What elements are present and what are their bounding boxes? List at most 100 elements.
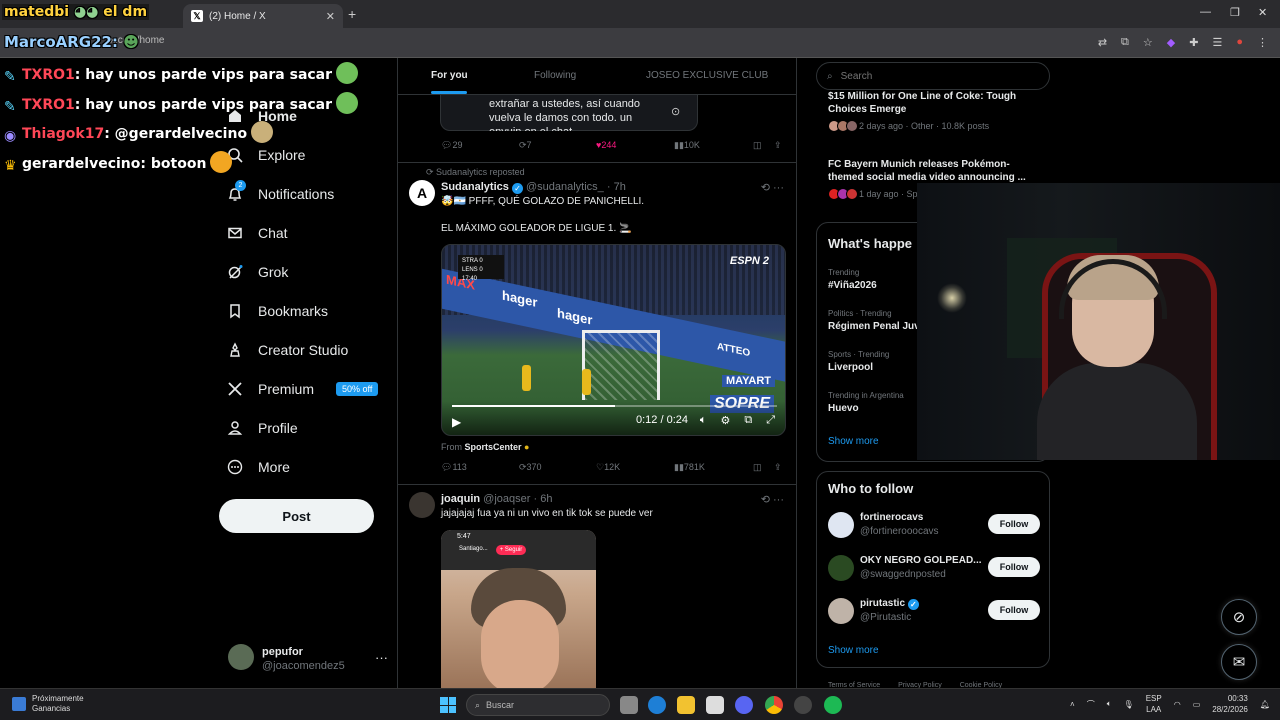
post-button[interactable]: Post (219, 499, 374, 533)
browser-tab-active[interactable]: 𝕏 (2) Home / X ✕ (183, 4, 343, 28)
author-handle[interactable]: @sudanalytics_ (526, 181, 604, 193)
translate-icon[interactable]: ⇄ (1098, 36, 1107, 49)
close-window-icon[interactable]: ✕ (1258, 6, 1267, 19)
profile-avatar-icon[interactable]: ● (1236, 36, 1243, 49)
sidebar-item-bookmarks[interactable]: Bookmarks (226, 296, 328, 326)
like-button[interactable]: ♥ 244 (596, 140, 616, 150)
taskbar-search[interactable]: ⌕ Buscar (466, 694, 610, 716)
star-icon[interactable]: ☆ (1143, 36, 1153, 49)
sidebar-item-chat[interactable]: Chat (226, 218, 288, 248)
quoted-post[interactable]: extrañar a ustedes, así cuando vuelva le… (440, 95, 698, 131)
trend-item[interactable]: Sports · Trending Liverpool (828, 350, 889, 373)
play-icon[interactable]: ▶ (452, 415, 461, 429)
wifi-icon[interactable]: ◠ (1174, 700, 1181, 709)
battery-icon[interactable]: ▭ (1193, 700, 1201, 709)
chevron-up-icon[interactable]: ˄ (1070, 700, 1075, 709)
news-title: $15 Million for One Line of Coke: Tough … (828, 91, 1017, 115)
sidebar-item-creator-studio[interactable]: Creator Studio (226, 335, 348, 365)
account-switcher[interactable]: pepufor @joacomendez5 ··· (228, 642, 388, 678)
spotify-icon[interactable] (824, 696, 842, 714)
bookmark-icon[interactable]: ◫ (753, 462, 762, 473)
chrome-icon[interactable] (765, 696, 783, 714)
background-light (937, 283, 967, 313)
close-tab-icon[interactable]: ✕ (326, 10, 335, 23)
fullscreen-icon[interactable]: ⤢ (766, 414, 775, 427)
avatar[interactable] (409, 492, 435, 518)
notification-bell-icon[interactable]: 🔔︎ (1260, 700, 1270, 709)
repost-button[interactable]: ⟳ 7 (519, 140, 532, 151)
views-button[interactable]: ▮▮ 781K (674, 462, 705, 473)
browser-menu-icon[interactable]: ⋮ (1257, 36, 1268, 49)
follow-suggestion[interactable]: pirutastic ✓ @Pirutastic Follow (828, 596, 1040, 628)
follow-suggestion[interactable]: OKY NEGRO GOLPEAD... @swaggednposted Fol… (828, 553, 1040, 585)
restore-icon[interactable]: ❐ (1230, 6, 1240, 19)
language-indicator[interactable]: ESP LAA (1146, 693, 1162, 715)
video-player[interactable]: MAX hager hager ATTEO MAYART SOPRE STRA … (441, 244, 786, 436)
messages-float-button[interactable]: ✉ (1221, 644, 1257, 680)
new-tab-icon[interactable]: + (348, 6, 356, 22)
views-button[interactable]: ▮▮ 10K (674, 140, 700, 151)
reply-button[interactable]: 💬︎ 113 (441, 462, 467, 473)
share-icon[interactable]: ⇪ (774, 140, 782, 151)
follow-button[interactable]: Follow (988, 600, 1040, 620)
trend-item[interactable]: Trending #Viña2026 (828, 268, 877, 291)
follow-button[interactable]: Follow (988, 514, 1040, 534)
mic-icon[interactable]: 🎙︎ (1124, 700, 1134, 709)
edge-icon[interactable] (648, 696, 666, 714)
volume-icon[interactable]: 🔈︎ (700, 414, 707, 427)
sidebar-item-premium[interactable]: Premium 50% off (226, 374, 379, 404)
search-input[interactable] (840, 70, 1031, 82)
tab-joseo-exclusive-club[interactable]: JOSEO EXCLUSIVE CLUB (646, 70, 768, 81)
author-name[interactable]: Sudanalytics (441, 181, 509, 193)
post-image[interactable]: 5:47 Santiago... + Seguir (441, 530, 596, 688)
follow-button[interactable]: Follow (988, 557, 1040, 577)
follow-suggestion[interactable]: fortinerocavs @fortinerooocavs Follow (828, 510, 1040, 542)
network-icon[interactable]: ⌒ (1087, 699, 1095, 710)
news-item[interactable]: $15 Million for One Line of Coke: Tough … (828, 90, 1038, 132)
settings-icon[interactable]: ⚙ (720, 414, 730, 427)
tab-following[interactable]: Following (534, 70, 576, 81)
author-handle[interactable]: @joaqser (483, 493, 530, 505)
sidebar-item-notifications[interactable]: 2 Notifications (226, 179, 334, 209)
sidebar-item-grok[interactable]: Grok (226, 257, 288, 287)
like-button[interactable]: ♡ 12K (596, 462, 620, 473)
windows-start-icon[interactable] (440, 697, 456, 713)
task-view-icon[interactable] (620, 696, 638, 714)
trend-item[interactable]: Trending in Argentina Huevo (828, 391, 904, 414)
store-icon[interactable] (706, 696, 724, 714)
source-link[interactable]: SportsCenter (465, 442, 522, 452)
clock[interactable]: 00:33 28/2/2026 (1212, 693, 1248, 715)
more-dots-icon[interactable]: ··· (375, 650, 388, 665)
bookmark-icon[interactable]: ◫ (753, 140, 762, 151)
avatar[interactable]: A (409, 180, 435, 206)
sidebar-item-profile[interactable]: Profile (226, 413, 298, 443)
taskbar-widget[interactable]: Próximamente Ganancias (12, 694, 84, 714)
show-more-link[interactable]: Show more (828, 645, 879, 656)
sidebar-item-more[interactable]: More (226, 452, 290, 482)
volume-icon[interactable]: 🔈︎ (1107, 699, 1112, 709)
url-field[interactable]: x.com/home (110, 35, 164, 46)
reply-button[interactable]: 💬︎ 29 (441, 140, 462, 151)
minimize-icon[interactable]: — (1200, 6, 1211, 18)
author-name[interactable]: joaquin (441, 493, 480, 505)
reading-list-icon[interactable]: ☰ (1212, 36, 1222, 49)
pip-icon[interactable]: ⧉ (744, 414, 752, 427)
search-box[interactable]: ⌕ (816, 62, 1050, 90)
sidebar-item-home[interactable]: Home (226, 101, 297, 131)
discord-icon[interactable] (735, 696, 753, 714)
share-icon[interactable]: ⇪ (774, 462, 782, 473)
repost-button[interactable]: ⟳ 370 (519, 462, 542, 473)
post-more-icon[interactable]: ⟲ ··· (761, 493, 784, 506)
install-icon[interactable]: ⧉ (1121, 36, 1129, 49)
app-icon[interactable] (794, 696, 812, 714)
video-progress-bar[interactable] (452, 405, 777, 407)
sidebar-item-explore[interactable]: Explore (226, 140, 305, 170)
show-more-link[interactable]: Show more (828, 436, 879, 447)
puzzle-icon[interactable]: ✚ (1189, 36, 1198, 49)
file-explorer-icon[interactable] (677, 696, 695, 714)
extension-icon[interactable]: ◆ (1167, 36, 1175, 49)
tab-for-you[interactable]: For you (431, 70, 468, 81)
post-more-icon[interactable]: ⟲ ··· (761, 181, 784, 194)
trend-item[interactable]: Politics · Trending Régimen Penal Juv (828, 309, 920, 332)
grok-float-button[interactable]: ⊘ (1221, 599, 1257, 635)
